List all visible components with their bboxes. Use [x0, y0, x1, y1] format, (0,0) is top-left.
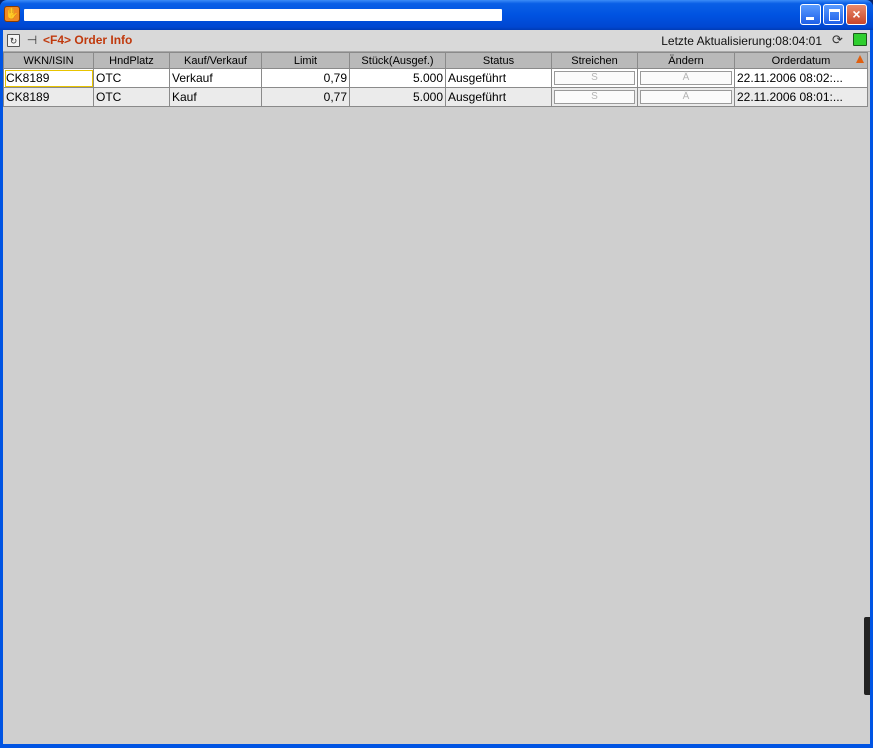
window-title: Order Info	[24, 9, 502, 21]
column-header-orderdatum-label: Orderdatum	[771, 54, 831, 67]
column-header-wkn[interactable]: WKN/ISIN	[3, 52, 94, 69]
cell-stueck[interactable]: 5.000	[349, 87, 446, 107]
cell-streichen: S	[551, 68, 638, 88]
maximize-icon	[829, 9, 840, 21]
column-header-kauf-verkauf[interactable]: Kauf/Verkauf	[169, 52, 262, 69]
column-header-aendern[interactable]: Ändern	[637, 52, 735, 69]
column-header-orderdatum[interactable]: Orderdatum	[734, 52, 868, 69]
cell-stueck[interactable]: 5.000	[349, 68, 446, 88]
column-header-status[interactable]: Status	[445, 52, 552, 69]
minimize-icon	[806, 17, 814, 20]
cell-orderdatum[interactable]: 22.11.2006 08:02:...	[734, 68, 868, 88]
column-header-streichen[interactable]: Streichen	[551, 52, 638, 69]
order-table: WKN/ISIN HndPlatz Kauf/Verkauf Limit Stü…	[3, 52, 868, 107]
last-update-label: Letzte Aktualisierung:08:04:01	[661, 34, 822, 48]
refresh-icon[interactable]: ↻	[7, 34, 20, 47]
cell-limit[interactable]: 0,77	[261, 87, 350, 107]
maximize-button[interactable]	[823, 4, 844, 25]
cancel-order-button[interactable]: S	[554, 71, 635, 85]
cell-kauf-verkauf[interactable]: Verkauf	[169, 68, 262, 88]
cell-aendern: Ä	[637, 87, 735, 107]
cell-status[interactable]: Ausgeführt	[445, 87, 552, 107]
panel-title: <F4> Order Info	[43, 33, 133, 47]
title-bar[interactable]: ✋ Order Info ×	[0, 0, 873, 30]
cell-aendern: Ä	[637, 68, 735, 88]
cell-wkn[interactable]: CK8189	[3, 68, 94, 88]
table-row[interactable]: CK8189 OTC Kauf 0,77 5.000 Ausgeführt S …	[3, 87, 868, 107]
table-header-row: WKN/ISIN HndPlatz Kauf/Verkauf Limit Stü…	[3, 52, 868, 69]
order-info-window: ✋ Order Info × ↻ ⊣ <F4> Order Info Letzt…	[0, 0, 873, 748]
pin-icon[interactable]: ⊣	[24, 34, 40, 47]
close-button[interactable]: ×	[846, 4, 867, 25]
cell-status[interactable]: Ausgeführt	[445, 68, 552, 88]
modify-order-button[interactable]: Ä	[640, 71, 732, 85]
client-area: ↻ ⊣ <F4> Order Info Letzte Aktualisierun…	[3, 30, 870, 744]
sort-ascending-icon	[856, 55, 864, 63]
side-panel-handle[interactable]	[864, 617, 870, 695]
cell-orderdatum[interactable]: 22.11.2006 08:01:...	[734, 87, 868, 107]
cell-streichen: S	[551, 87, 638, 107]
connection-status-icon	[853, 33, 867, 46]
minimize-button[interactable]	[800, 4, 821, 25]
cell-hndplatz[interactable]: OTC	[93, 87, 170, 107]
cell-kauf-verkauf[interactable]: Kauf	[169, 87, 262, 107]
column-header-limit[interactable]: Limit	[261, 52, 350, 69]
app-hand-icon: ✋	[4, 6, 20, 22]
cell-hndplatz[interactable]: OTC	[93, 68, 170, 88]
cell-limit[interactable]: 0,79	[261, 68, 350, 88]
column-header-hndplatz[interactable]: HndPlatz	[93, 52, 170, 69]
cancel-order-button[interactable]: S	[554, 90, 635, 104]
cell-wkn[interactable]: CK8189	[3, 87, 94, 107]
modify-order-button[interactable]: Ä	[640, 90, 732, 104]
reload-icon[interactable]: ⟳	[831, 33, 844, 47]
table-row[interactable]: CK8189 OTC Verkauf 0,79 5.000 Ausgeführt…	[3, 68, 868, 88]
column-header-stueck[interactable]: Stück(Ausgef.)	[349, 52, 446, 69]
panel-toolbar: ↻ ⊣ <F4> Order Info Letzte Aktualisierun…	[3, 30, 870, 52]
